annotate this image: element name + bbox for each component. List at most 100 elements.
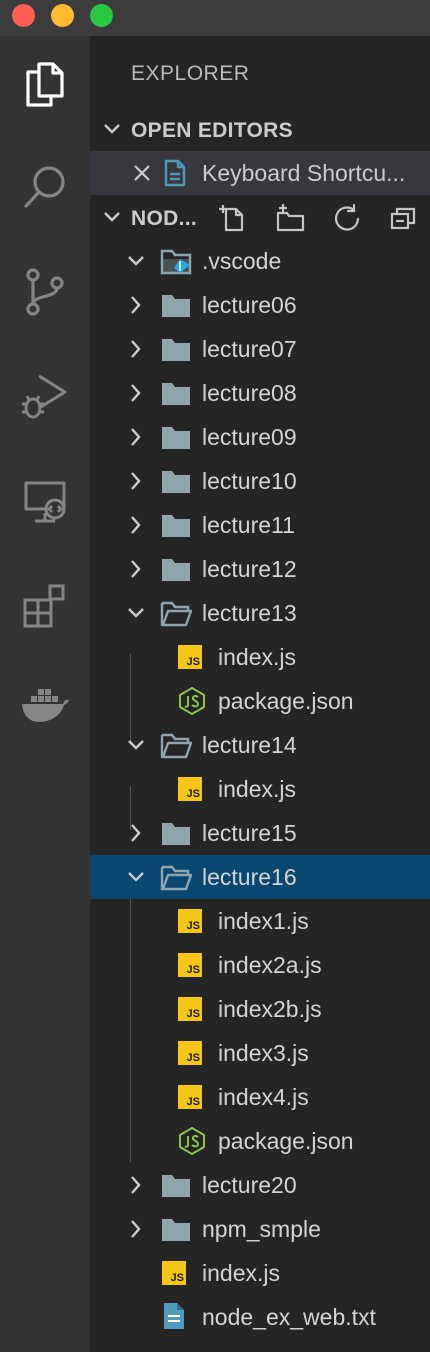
js-badge-glyph: JS — [186, 1096, 200, 1108]
file-name: index1.js — [218, 908, 309, 934]
minimize-window-button[interactable] — [51, 4, 74, 27]
folder-icon — [162, 1175, 190, 1197]
chevron-right-icon[interactable] — [122, 1171, 150, 1199]
chevron-right-icon[interactable] — [122, 1215, 150, 1243]
file-name: package.json — [218, 688, 354, 714]
search-icon[interactable] — [15, 156, 75, 216]
tree-folder-row[interactable]: lecture14 — [90, 723, 430, 767]
js-file-icon: JS — [178, 777, 202, 801]
files-icon[interactable] — [15, 54, 75, 114]
tree-file-row[interactable]: node_ex_web.txt — [90, 1295, 430, 1339]
file-name: index.js — [218, 776, 296, 802]
close-icon[interactable] — [130, 161, 154, 185]
chevron-down-icon[interactable] — [122, 599, 150, 627]
chevron-right-icon[interactable] — [122, 379, 150, 407]
chevron-down-icon[interactable] — [122, 863, 150, 891]
tree-folder-row[interactable]: lecture16 — [90, 855, 430, 899]
chevron-down-icon[interactable] — [122, 247, 150, 275]
tree-folder-row[interactable]: lecture15 — [90, 811, 430, 855]
chevron-right-icon[interactable] — [122, 291, 150, 319]
js-file-icon: JS — [178, 1085, 202, 1109]
tree-folder-row[interactable]: lecture06 — [90, 283, 430, 327]
tree-file-row[interactable]: JS index2a.js — [90, 943, 430, 987]
chevron-right-icon[interactable] — [122, 423, 150, 451]
new-file-icon[interactable] — [218, 203, 248, 233]
folder-icon — [162, 1219, 190, 1241]
tree-folder-row[interactable]: lecture07 — [90, 327, 430, 371]
tree-folder-row[interactable]: lecture20 — [90, 1163, 430, 1207]
open-editors-section-header[interactable]: OPEN EDITORS — [90, 107, 430, 151]
text-file-icon — [162, 1301, 186, 1336]
file-name: index.js — [218, 644, 296, 670]
docker-icon[interactable] — [15, 676, 75, 736]
folder-name: lecture16 — [202, 864, 297, 890]
tree-folder-row[interactable]: lecture13 — [90, 591, 430, 635]
folder-name: .vscode — [202, 248, 282, 274]
js-badge-glyph: JS — [186, 920, 200, 932]
tree-folder-row[interactable]: lecture12 — [90, 547, 430, 591]
folder-name: lecture09 — [202, 424, 297, 450]
chevron-right-icon[interactable] — [122, 819, 150, 847]
folder-icon — [162, 383, 190, 405]
maximize-window-button[interactable] — [90, 4, 113, 27]
folder-name: lecture15 — [202, 820, 297, 846]
tree-folder-row[interactable]: lecture10 — [90, 459, 430, 503]
close-window-button[interactable] — [12, 4, 35, 27]
collapse-all-icon[interactable] — [388, 203, 418, 233]
refresh-icon[interactable] — [332, 203, 362, 233]
vscode-folder-icon — [160, 249, 192, 275]
folder-icon — [162, 823, 190, 845]
folder-icon — [162, 559, 190, 581]
tree-file-row[interactable]: JS index4.js — [90, 1075, 430, 1119]
title-bar — [0, 0, 430, 36]
js-badge-glyph: JS — [186, 964, 200, 976]
tree-file-row[interactable]: JS index2b.js — [90, 987, 430, 1031]
chevron-right-icon[interactable] — [122, 555, 150, 583]
file-name: index3.js — [218, 1040, 309, 1066]
chevron-right-icon[interactable] — [122, 467, 150, 495]
tree-file-row[interactable]: JS index1.js — [90, 899, 430, 943]
tree-folder-row[interactable]: .vscode — [90, 239, 430, 283]
new-folder-icon[interactable] — [275, 203, 305, 233]
folder-name: lecture20 — [202, 1172, 297, 1198]
project-section-header[interactable]: NOD... — [90, 195, 430, 239]
extensions-icon[interactable] — [15, 576, 75, 636]
file-name: index2a.js — [218, 952, 322, 978]
tree-folder-row[interactable]: lecture11 — [90, 503, 430, 547]
chevron-down-icon[interactable] — [122, 731, 150, 759]
tree-file-row[interactable]: package.json — [90, 679, 430, 723]
activity-bar — [0, 36, 90, 1352]
tree-folder-row[interactable]: lecture09 — [90, 415, 430, 459]
tree-folder-row[interactable]: lecture08 — [90, 371, 430, 415]
folder-name: lecture08 — [202, 380, 297, 406]
tree-file-row[interactable]: JS index.js — [90, 635, 430, 679]
tree-file-row[interactable]: package.json — [90, 1119, 430, 1163]
folder-name: lecture06 — [202, 292, 297, 318]
js-badge-glyph: JS — [186, 788, 200, 800]
folder-open-icon — [160, 601, 192, 627]
folder-icon — [162, 427, 190, 449]
folder-name: npm_smple — [202, 1216, 321, 1242]
sidebar-title: EXPLORER — [131, 62, 250, 85]
remote-explorer-icon[interactable] — [15, 471, 75, 531]
chevron-right-icon[interactable] — [122, 511, 150, 539]
tree-file-row[interactable]: JS index.js — [90, 1251, 430, 1295]
file-name: package.json — [218, 1128, 354, 1154]
source-control-icon[interactable] — [15, 261, 75, 321]
folder-name: lecture13 — [202, 600, 297, 626]
folder-icon — [162, 471, 190, 493]
folder-open-icon — [160, 865, 192, 891]
explorer-sidebar: EXPLORER OPEN EDITORS Keyboard Shortcu..… — [90, 36, 430, 1352]
nodejs-json-icon — [178, 686, 206, 721]
tree-file-row[interactable]: JS index.js — [90, 767, 430, 811]
chevron-right-icon[interactable] — [122, 335, 150, 363]
folder-name: lecture07 — [202, 336, 297, 362]
folder-name: lecture11 — [202, 512, 295, 538]
run-debug-icon[interactable] — [15, 366, 75, 426]
folder-name: lecture12 — [202, 556, 297, 582]
open-editor-item[interactable]: Keyboard Shortcu... — [90, 151, 430, 195]
folder-name: lecture14 — [202, 732, 297, 758]
tree-file-row[interactable]: JS index3.js — [90, 1031, 430, 1075]
js-badge-glyph: JS — [186, 1008, 200, 1020]
tree-folder-row[interactable]: npm_smple — [90, 1207, 430, 1251]
